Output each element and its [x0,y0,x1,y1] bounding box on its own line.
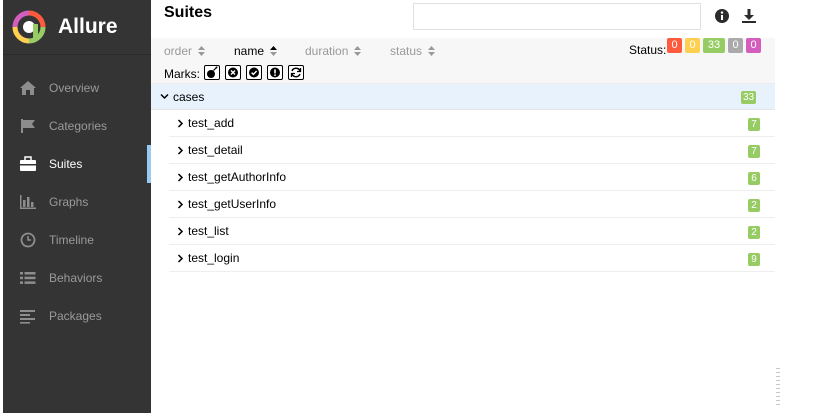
passed-count: 6 [748,172,760,185]
allure-logo-icon [12,10,46,44]
sorter-label: duration [305,44,349,58]
chevron-right-icon [177,119,184,128]
download-icon[interactable] [741,8,757,24]
sidebar-item-timeline[interactable]: Timeline [3,221,151,259]
passed-count: 7 [748,118,760,131]
sort-order[interactable]: order [164,44,206,58]
sidebar-item-packages[interactable]: Packages [3,297,151,335]
sort-name[interactable]: name [234,44,278,58]
sidebar-item-suites[interactable]: Suites [3,145,151,183]
group-passed-count: 33 [741,91,757,104]
pane-resize-handle[interactable] [775,368,781,408]
tree-group-cases[interactable]: cases 33 [151,84,775,110]
page-title: Suites [164,4,213,21]
tree-item-test-detail[interactable]: test_detail 7 [169,137,775,164]
chevron-right-icon [177,173,184,182]
times-circle-icon [228,67,238,78]
passed-count: 2 [748,226,760,239]
sort-icon [428,46,436,56]
tree-item-name: test_list [188,224,229,238]
tree-item-name: test_getUserInfo [188,197,277,211]
info-icon[interactable] [714,8,730,24]
mark-flaky-toggle[interactable] [204,65,220,80]
sort-icon [354,46,362,56]
exclamation-circle-icon [270,67,280,78]
sidebar-item-label: Suites [49,157,83,171]
tree-item-test-getauthorinfo[interactable]: test_getAuthorInfo 6 [169,164,775,191]
suites-toolbar: order name duration status Status: 0 0 3… [151,38,775,84]
clock-icon [20,232,36,248]
tree-item-name: test_getAuthorInfo [188,170,287,184]
sidebar-item-behaviors[interactable]: Behaviors [3,259,151,297]
sorter-label: order [164,44,193,58]
mark-new-broken-toggle[interactable] [267,65,283,80]
status-passed-toggle[interactable]: 33 [703,38,725,53]
marks-filter-label: Marks: [164,67,200,81]
sidebar-nav: Overview Categories Suites Graphs Timeli… [3,69,151,335]
tree-item-name: test_login [188,251,240,265]
tree-item-test-getuserinfo[interactable]: test_getUserInfo 2 [169,191,775,218]
mark-new-passed-toggle[interactable] [246,65,262,80]
sidebar: Allure Overview Categories Suites Graphs [3,0,151,413]
chevron-down-icon [160,93,169,100]
tree-item-name: test_add [188,116,235,130]
tree-item-test-login[interactable]: test_login 9 [169,245,775,272]
brand-name: Allure [58,15,118,38]
check-circle-icon [249,67,259,78]
allure-report-window: Allure Overview Categories Suites Graphs [0,0,832,413]
sidebar-item-label: Behaviors [49,271,103,285]
search-input[interactable] [413,3,701,30]
status-skipped-toggle[interactable]: 0 [728,38,743,53]
status-unknown-toggle[interactable]: 0 [746,38,761,53]
sorter-label: name [234,44,265,58]
sort-status[interactable]: status [390,44,436,58]
mark-retries-toggle[interactable] [288,65,304,80]
align-left-icon [20,310,35,324]
chevron-right-icon [177,254,184,263]
home-icon [20,81,36,95]
status-failed-toggle[interactable]: 0 [667,38,682,53]
passed-count: 9 [748,253,760,266]
group-name: cases [173,90,205,104]
chevron-right-icon [177,227,184,236]
flag-icon [21,119,35,133]
sidebar-item-label: Graphs [49,195,89,209]
tree-item-test-list[interactable]: test_list 2 [169,218,775,245]
suites-pane: Suites order name duration status Status… [151,0,775,413]
briefcase-icon [20,156,36,171]
status-filter-label: Status: [629,43,667,57]
tree-item-test-add[interactable]: test_add 7 [169,110,775,137]
mark-new-failed-toggle[interactable] [225,65,241,80]
sidebar-item-categories[interactable]: Categories [3,107,151,145]
passed-count: 7 [748,145,760,158]
sort-icon [198,46,206,56]
sort-duration[interactable]: duration [305,44,362,58]
sort-ascending-icon [270,46,278,56]
passed-count: 2 [748,199,760,212]
sidebar-item-label: Timeline [49,233,94,247]
tree-item-name: test_detail [188,143,243,157]
sidebar-item-label: Packages [49,309,102,323]
chevron-right-icon [177,200,184,209]
sidebar-item-label: Overview [49,81,100,95]
bomb-icon [207,66,218,78]
brand[interactable]: Allure [3,0,151,55]
refresh-icon [290,67,302,78]
status-broken-toggle[interactable]: 0 [685,38,700,53]
chevron-right-icon [177,146,184,155]
list-icon [20,272,36,284]
sidebar-item-label: Categories [49,119,108,133]
sorter-label: status [390,44,423,58]
sidebar-item-graphs[interactable]: Graphs [3,183,151,221]
bar-chart-icon [20,195,36,209]
sidebar-item-overview[interactable]: Overview [3,69,151,107]
